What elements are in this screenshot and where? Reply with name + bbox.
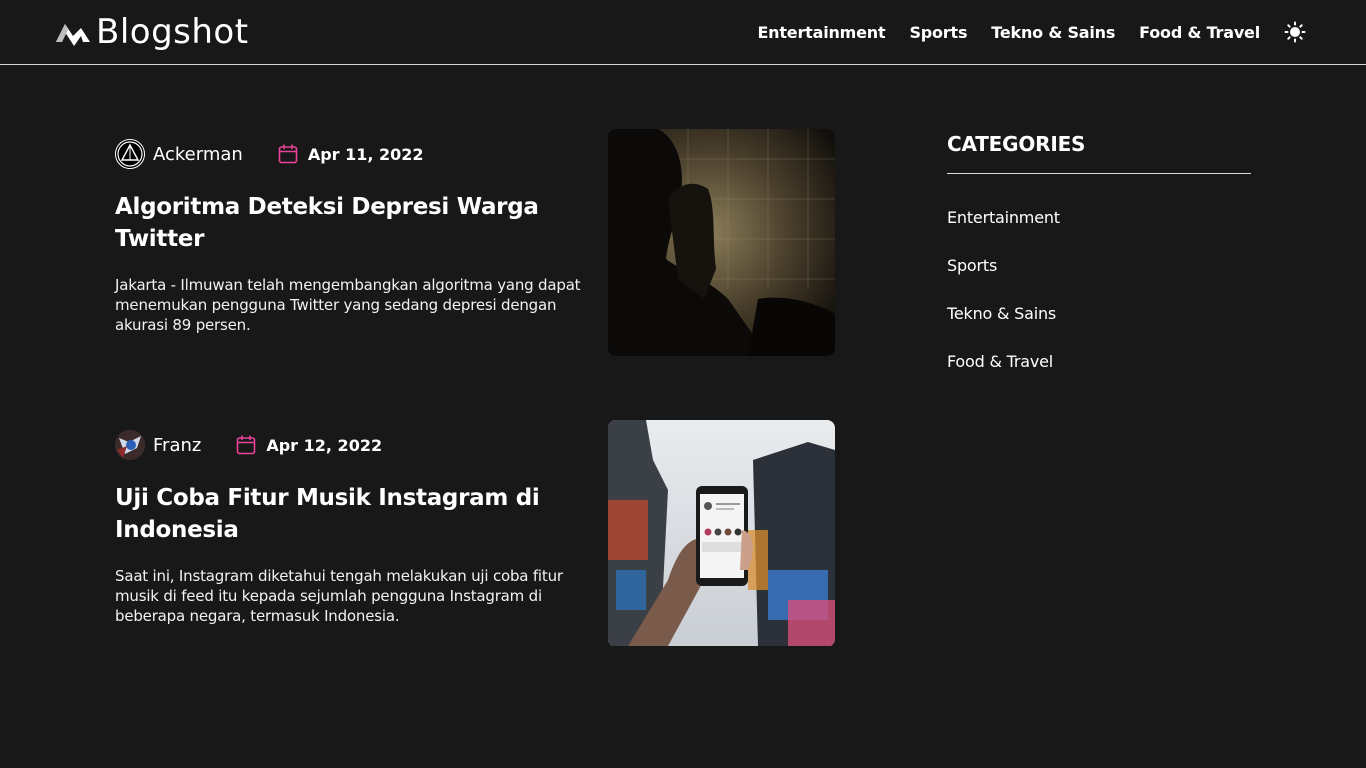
thumbnail-image [608, 129, 835, 356]
nav-item-food-travel[interactable]: Food & Travel [1139, 23, 1260, 42]
nav-item-sports[interactable]: Sports [909, 23, 967, 42]
category-item-entertainment[interactable]: Entertainment [947, 208, 1251, 228]
article-title[interactable]: Algoritma Deteksi Depresi Warga Twitter [115, 191, 585, 255]
article-card[interactable]: Franz Apr 12, 2022 Uji Coba Fitur Musik … [115, 420, 835, 648]
article-excerpt: Jakarta - Ilmuwan telah mengembangkan al… [115, 276, 581, 334]
publish-date: Apr 11, 2022 [307, 144, 424, 164]
publish-date: Apr 12, 2022 [266, 435, 383, 455]
nav-item-tekno-sains[interactable]: Tekno & Sains [991, 23, 1115, 42]
calendar-icon [237, 435, 256, 455]
article-excerpt: Saat ini, Instagram diketahui tengah mel… [115, 567, 563, 625]
category-item-food-travel[interactable]: Food & Travel [947, 352, 1251, 372]
avatar [115, 430, 145, 460]
category-item-tekno-sains[interactable]: Tekno & Sains [947, 304, 1251, 324]
calendar-icon [278, 144, 298, 164]
brand-name: Blogshot [96, 12, 249, 52]
article-card[interactable]: Ackerman Apr 11, 2022 Algoritma Deteksi … [115, 129, 835, 357]
article-meta: Franz Apr 12, 2022 [115, 430, 382, 460]
site-header: Blogshot Entertainment Sports Tekno & Sa… [0, 0, 1366, 65]
author-name[interactable]: Ackerman [153, 144, 243, 165]
avatar [115, 139, 145, 169]
sidebar-title: CATEGORIES [947, 132, 1086, 156]
brand-logo[interactable]: Blogshot [54, 12, 249, 52]
main-nav: Entertainment Sports Tekno & Sains Food … [733, 0, 1306, 64]
author-avatar-icon [115, 430, 145, 460]
category-item-sports[interactable]: Sports [947, 256, 1251, 276]
categories-sidebar: CATEGORIES Entertainment Sports Tekno & … [947, 129, 1251, 400]
author-name[interactable]: Franz [153, 435, 201, 456]
nav-item-entertainment[interactable]: Entertainment [757, 23, 885, 42]
article-thumbnail[interactable] [608, 129, 835, 356]
article-thumbnail[interactable] [608, 420, 835, 647]
logo-mark-icon [56, 24, 90, 46]
author-avatar-icon [117, 141, 143, 167]
article-title[interactable]: Uji Coba Fitur Musik Instagram di Indone… [115, 482, 585, 546]
sun-icon [1284, 21, 1306, 43]
theme-toggle-button[interactable] [1284, 21, 1306, 43]
category-list: Entertainment Sports Tekno & Sains Food … [947, 208, 1251, 372]
thumbnail-image [608, 420, 835, 646]
sidebar-divider [947, 173, 1251, 174]
article-meta: Ackerman Apr 11, 2022 [115, 139, 424, 169]
